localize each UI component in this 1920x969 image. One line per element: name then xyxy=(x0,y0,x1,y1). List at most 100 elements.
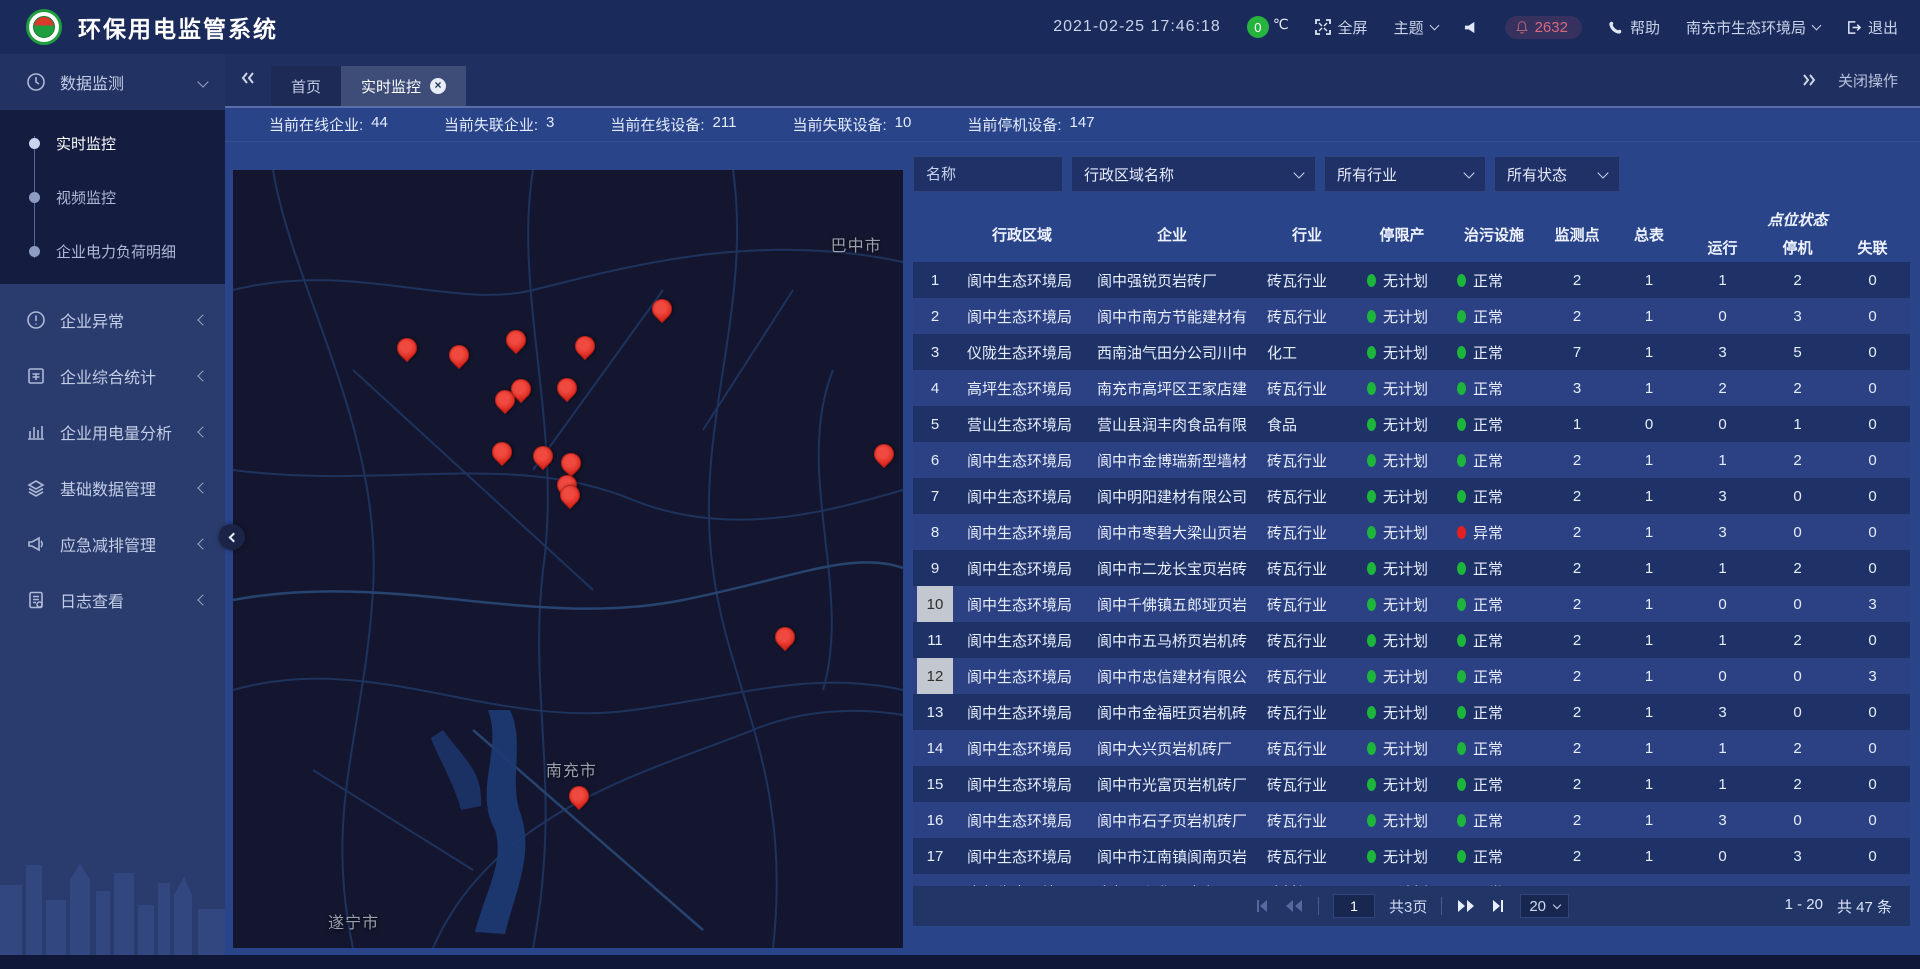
cell-company: 阆中市二龙长宝页岩砖 xyxy=(1087,558,1257,579)
status-dot-icon xyxy=(1457,598,1466,611)
cell-production-limit: 无计划 xyxy=(1357,306,1447,327)
table-row[interactable]: 13 阆中生态环境局 阆中市金福旺页岩机砖 砖瓦行业 无计划 正常 2 1 3 … xyxy=(913,694,1910,730)
table-row[interactable]: 1 阆中生态环境局 阆中强锐页岩砖厂 砖瓦行业 无计划 正常 2 1 1 2 0 xyxy=(913,262,1910,298)
tab-home[interactable]: 首页 xyxy=(271,66,341,106)
previous-page-button[interactable] xyxy=(1284,899,1304,913)
sound-toggle[interactable] xyxy=(1464,20,1479,35)
next-page-button[interactable] xyxy=(1456,899,1476,913)
col-pollution-facility: 治污设施 xyxy=(1447,224,1541,245)
table-row[interactable]: 14 阆中生态环境局 阆中大兴页岩机砖厂 砖瓦行业 无计划 正常 2 1 1 2… xyxy=(913,730,1910,766)
map-city-label: 巴中市 xyxy=(831,232,882,256)
col-company: 企业 xyxy=(1087,224,1257,245)
chevron-left-icon xyxy=(197,594,208,605)
status-dot-icon xyxy=(1457,634,1466,647)
table-row[interactable]: 12 阆中生态环境局 阆中市忠信建材有限公 砖瓦行业 无计划 正常 2 1 0 … xyxy=(913,658,1910,694)
cell-pollution-facility: 正常 xyxy=(1447,630,1541,651)
chevron-down-icon xyxy=(1553,901,1561,909)
page-size-select[interactable]: 20 xyxy=(1520,894,1569,918)
sidebar-item-emergency-reduction[interactable]: 应急减排管理 xyxy=(0,516,225,572)
status-dot-icon xyxy=(1367,310,1376,323)
table-row[interactable]: 11 阆中生态环境局 阆中市五马桥页岩机砖 砖瓦行业 无计划 正常 2 1 1 … xyxy=(913,622,1910,658)
cell-industry: 砖瓦行业 xyxy=(1257,810,1357,831)
logout-button[interactable]: 退出 xyxy=(1846,17,1898,38)
table-row[interactable]: 4 高坪生态环境局 南充市高坪区王家店建 砖瓦行业 无计划 正常 3 1 2 2… xyxy=(913,370,1910,406)
table-row[interactable]: 2 阆中生态环境局 阆中市南方节能建材有 砖瓦行业 无计划 正常 2 1 0 3… xyxy=(913,298,1910,334)
stat-item: 当前停机设备: 147 xyxy=(967,114,1094,135)
cell-production-limit: 无计划 xyxy=(1357,414,1447,435)
table-row[interactable]: 17 阆中生态环境局 阆中市江南镇阆南页岩 砖瓦行业 无计划 正常 2 1 0 … xyxy=(913,838,1910,874)
tabs-scroll-left-button[interactable] xyxy=(239,70,257,91)
notification-badge[interactable]: 2632 xyxy=(1505,16,1582,39)
sidebar-item-video-monitoring[interactable]: 视频监控 xyxy=(0,170,225,224)
cell-running: 1 xyxy=(1685,272,1760,289)
table-row[interactable]: 7 阆中生态环境局 阆中明阳建材有限公司 砖瓦行业 无计划 正常 2 1 3 0… xyxy=(913,478,1910,514)
map-panel[interactable]: 巴中市南充市遂宁市 xyxy=(233,170,903,948)
cell-industry: 砖瓦行业 xyxy=(1257,270,1357,291)
cell-industry: 砖瓦行业 xyxy=(1257,702,1357,723)
region-filter-select[interactable]: 行政区域名称 xyxy=(1071,156,1316,192)
close-operations-button[interactable]: 关闭操作 xyxy=(1838,70,1898,91)
cell-company: 南充市高坪区王家店建 xyxy=(1087,378,1257,399)
app-root: 环保用电监管系统 2021-02-25 17:46:18 0 ℃ 全屏 主题 xyxy=(0,0,1920,969)
col-total-meters: 总表 xyxy=(1613,224,1685,245)
cell-pollution-facility: 正常 xyxy=(1447,810,1541,831)
cell-monitor-points: 2 xyxy=(1541,668,1613,685)
org-dropdown[interactable]: 南充市生态环境局 xyxy=(1686,17,1820,38)
status-filter-select[interactable]: 所有状态 xyxy=(1494,156,1620,192)
col-lost: 失联 xyxy=(1835,237,1910,258)
fullscreen-button[interactable]: 全屏 xyxy=(1315,17,1368,38)
close-tab-icon[interactable]: × xyxy=(430,78,446,94)
first-page-button[interactable] xyxy=(1254,899,1270,913)
sidebar-item-power-load-detail[interactable]: 企业电力负荷明细 xyxy=(0,224,225,278)
layers-icon xyxy=(26,478,46,498)
name-filter-input[interactable] xyxy=(913,156,1063,192)
cell-running: 0 xyxy=(1685,596,1760,613)
datetime: 2021-02-25 17:46:18 xyxy=(1053,18,1221,36)
table-row[interactable]: 3 仪陇生态环境局 西南油气田分公司川中 化工 无计划 正常 7 1 3 5 0 xyxy=(913,334,1910,370)
cell-production-limit: 无计划 xyxy=(1357,738,1447,759)
double-chevron-right-icon[interactable] xyxy=(1800,72,1818,88)
col-industry: 行业 xyxy=(1257,224,1357,245)
temperature: 0 ℃ xyxy=(1247,16,1289,38)
temperature-unit: ℃ xyxy=(1273,16,1289,33)
table-row[interactable]: 15 阆中生态环境局 阆中市光富页岩机砖厂 砖瓦行业 无计划 正常 2 1 1 … xyxy=(913,766,1910,802)
tab-realtime-monitoring[interactable]: 实时监控 × xyxy=(341,66,466,106)
table-row[interactable]: 10 阆中生态环境局 阆中千佛镇五郎垭页岩 砖瓦行业 无计划 正常 2 1 0 … xyxy=(913,586,1910,622)
theme-dropdown[interactable]: 主题 xyxy=(1394,17,1438,38)
page-number-input[interactable] xyxy=(1333,894,1375,918)
table-row[interactable]: 5 营山生态环境局 营山县润丰肉食品有限 食品 无计划 正常 1 0 0 1 0 xyxy=(913,406,1910,442)
table-row[interactable]: 16 阆中生态环境局 阆中市石子页岩机砖厂 砖瓦行业 无计划 正常 2 1 3 … xyxy=(913,802,1910,838)
table-row[interactable]: 18 南部生态环境局 南部县兴华页岩有限公 建材加工 无计划 正常 6 0 0 … xyxy=(913,874,1910,886)
cell-region: 高坪生态环境局 xyxy=(957,378,1087,399)
last-page-button[interactable] xyxy=(1490,899,1506,913)
sidebar-item-realtime-monitoring[interactable]: 实时监控 xyxy=(0,116,225,170)
table-row[interactable]: 6 阆中生态环境局 阆中市金博瑞新型墙材 砖瓦行业 无计划 正常 2 1 1 2… xyxy=(913,442,1910,478)
sidebar-item-company-statistics[interactable]: 企业综合统计 xyxy=(0,348,225,404)
cell-pollution-facility: 正常 xyxy=(1447,414,1541,435)
map-roads-decoration xyxy=(233,170,903,948)
help-button[interactable]: 帮助 xyxy=(1608,17,1660,38)
status-dot-icon xyxy=(1457,814,1466,827)
row-number: 1 xyxy=(917,262,953,298)
map-city-label: 遂宁市 xyxy=(328,909,379,933)
status-dot-icon xyxy=(1367,562,1376,575)
stat-value: 44 xyxy=(371,114,388,135)
sidebar-item-electricity-analysis[interactable]: 企业用电量分析 xyxy=(0,404,225,460)
sidebar-item-log-view[interactable]: 日志查看 xyxy=(0,572,225,628)
stat-label: 当前失联企业: xyxy=(444,114,538,135)
table-row[interactable]: 8 阆中生态环境局 阆中市枣碧大梁山页岩 砖瓦行业 无计划 异常 2 1 3 0… xyxy=(913,514,1910,550)
sidebar-collapse-button[interactable] xyxy=(219,524,245,550)
cell-running: 3 xyxy=(1685,488,1760,505)
status-dot-icon xyxy=(1367,526,1376,539)
sidebar-item-data-monitoring[interactable]: 数据监测 xyxy=(0,54,225,110)
cell-production-limit: 无计划 xyxy=(1357,666,1447,687)
industry-filter-select[interactable]: 所有行业 xyxy=(1324,156,1486,192)
table-row[interactable]: 9 阆中生态环境局 阆中市二龙长宝页岩砖 砖瓦行业 无计划 正常 2 1 1 2… xyxy=(913,550,1910,586)
cell-industry: 砖瓦行业 xyxy=(1257,522,1357,543)
status-dot-icon xyxy=(1367,490,1376,503)
cell-pollution-facility: 正常 xyxy=(1447,450,1541,471)
sidebar-item-base-data[interactable]: 基础数据管理 xyxy=(0,460,225,516)
cell-pollution-facility: 正常 xyxy=(1447,594,1541,615)
status-dot-icon xyxy=(1367,634,1376,647)
sidebar-item-company-abnormal[interactable]: 企业异常 xyxy=(0,292,225,348)
